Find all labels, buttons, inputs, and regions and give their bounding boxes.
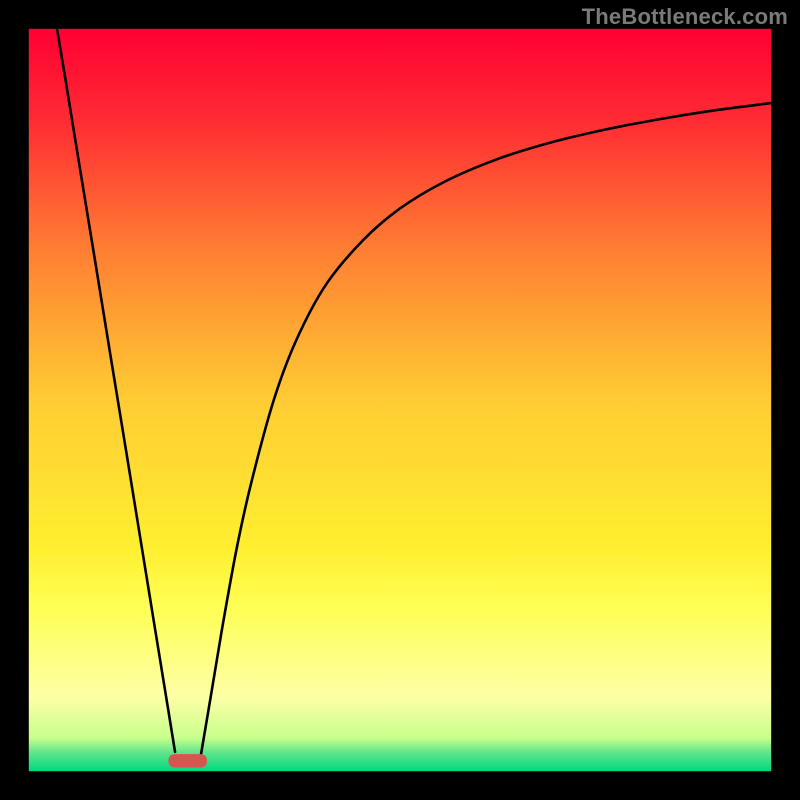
optimal-marker bbox=[168, 754, 207, 767]
bottleneck-chart bbox=[0, 0, 800, 800]
watermark-text: TheBottleneck.com bbox=[582, 4, 788, 30]
plot-background bbox=[29, 29, 771, 771]
